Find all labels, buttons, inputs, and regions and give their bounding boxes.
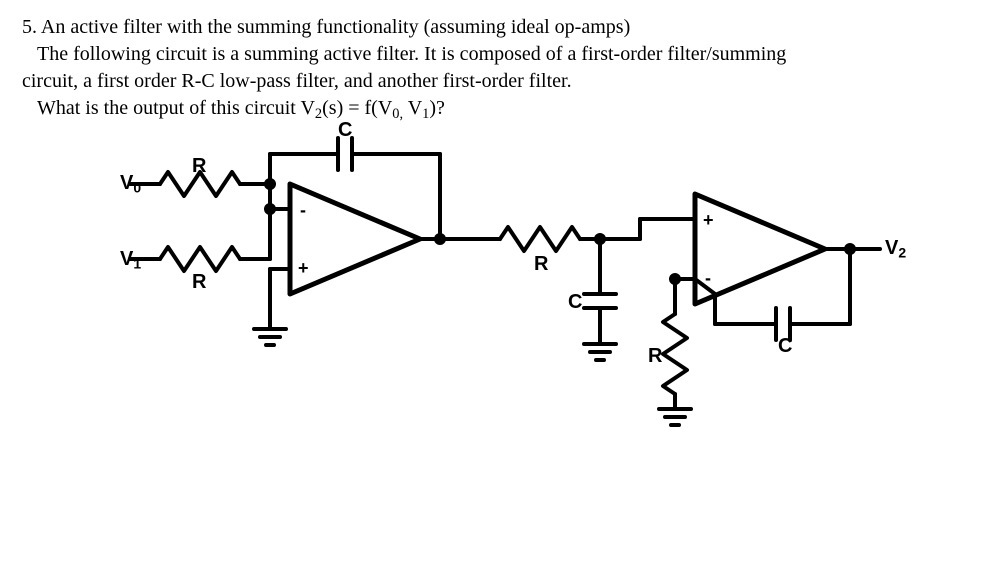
label-V1: V1 xyxy=(120,249,141,271)
ground-icon xyxy=(254,329,286,345)
question-c: V xyxy=(403,97,422,119)
ground-icon xyxy=(659,409,691,425)
label-R-gnd2: R xyxy=(648,346,662,366)
problem-line2a: The following circuit is a summing activ… xyxy=(37,43,786,65)
question-b: (s) = f(V xyxy=(322,97,392,119)
problem-number: 5. xyxy=(22,16,37,38)
svg-text:-: - xyxy=(705,268,711,288)
ground-icon xyxy=(584,344,616,360)
capacitor-icon xyxy=(584,294,616,308)
resistor-icon xyxy=(663,314,687,394)
label-C-rc: C xyxy=(568,292,582,312)
problem-text: 5. An active filter with the summing fun… xyxy=(0,0,998,124)
svg-text:+: + xyxy=(703,210,714,230)
question-a: What is the output of this circuit V xyxy=(37,97,315,119)
resistor-icon xyxy=(500,227,580,251)
problem-line1: An active filter with the summing functi… xyxy=(41,16,630,38)
question-d: )? xyxy=(429,97,445,119)
problem-line2b: circuit, a first order R-C low-pass filt… xyxy=(22,70,572,92)
svg-text:-: - xyxy=(300,200,306,220)
label-R-rc: R xyxy=(534,254,548,274)
label-R-in-top: R xyxy=(192,156,206,176)
label-C-fb2: C xyxy=(778,336,792,356)
question-sub2: 0, xyxy=(392,106,403,122)
label-R-in-bot: R xyxy=(192,272,206,292)
capacitor-icon xyxy=(338,138,352,170)
label-V0: V0 xyxy=(120,173,141,195)
resistor-icon xyxy=(160,247,240,271)
circuit-svg: - + + - xyxy=(100,124,920,464)
circuit-diagram: - + + - V0 V1 V2 R R C R C R C xyxy=(0,124,998,504)
svg-text:+: + xyxy=(298,258,309,278)
label-C-fb1: C xyxy=(338,120,352,140)
label-V2: V2 xyxy=(885,238,906,260)
